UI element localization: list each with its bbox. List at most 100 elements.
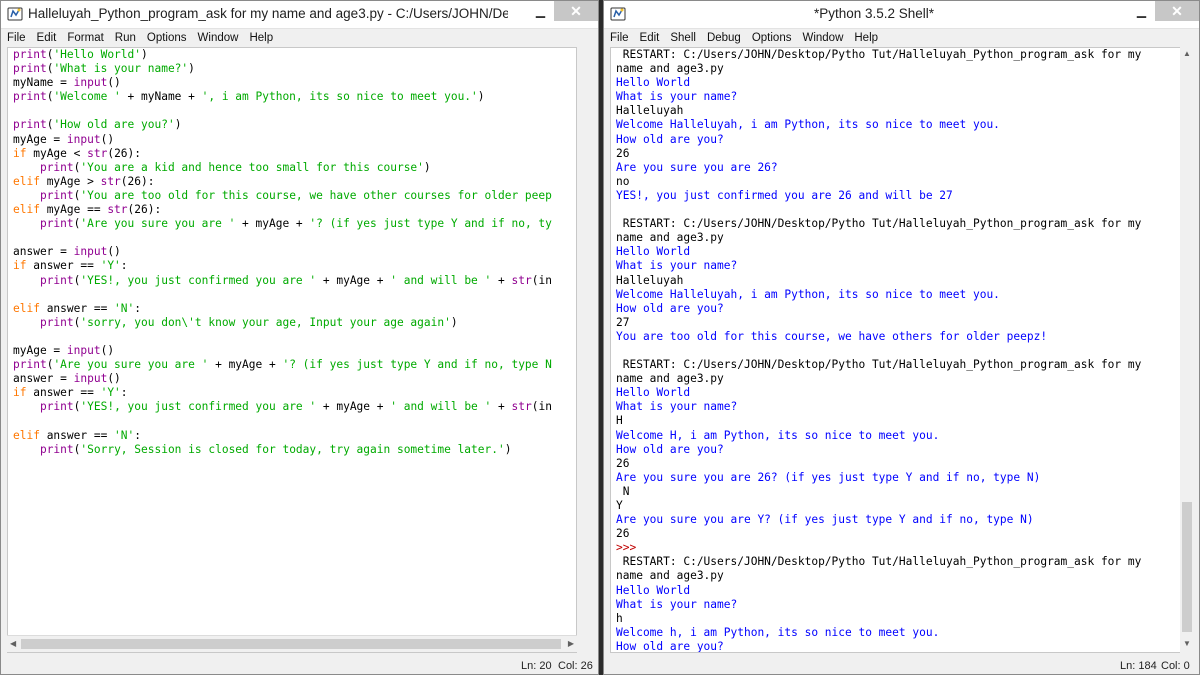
shell-line: no	[616, 174, 630, 188]
shell-line: 26	[616, 456, 630, 470]
shell-line: Hello World	[616, 76, 691, 90]
shell-line: >>>	[616, 541, 637, 555]
shell-line: You are too old for this course, we have…	[616, 329, 1048, 343]
line-number: Ln: 20	[521, 660, 552, 672]
shell-line: Y	[616, 499, 623, 512]
shell-line: YES!, you just confirmed you are 26 and …	[616, 188, 953, 202]
editor-menu-edit[interactable]: Edit	[37, 32, 57, 44]
shell-menu-window[interactable]: Window	[802, 32, 843, 44]
code-line: answer = input()	[13, 245, 121, 259]
scroll-down-icon[interactable]: ▼	[1183, 639, 1191, 648]
shell-line: Hello World	[616, 386, 691, 400]
code-line: print('You are too old for this course, …	[39, 188, 552, 202]
editor-text-area[interactable]: print('Hello World') print('What is your…	[7, 47, 577, 653]
minimize-icon[interactable]: ▁	[527, 1, 554, 21]
shell-line: How old are you?	[616, 132, 724, 146]
shell-line: name and age3.py	[616, 569, 724, 583]
code-line: print('YES!, you just confirmed you are …	[39, 400, 552, 414]
code-line: if answer == 'Y':	[13, 259, 128, 273]
shell-line: RESTART: C:/Users/JOHN/Desktop/Pytho Tut…	[616, 48, 1142, 61]
editor-title: Halleluyah_Python_program_ask for my nam…	[28, 6, 508, 21]
code-line: myAge = input()	[13, 132, 115, 146]
shell-line: Halleluyah	[616, 104, 684, 118]
shell-line: 27	[616, 315, 630, 329]
shell-line: Welcome H, i am Python, its so nice to m…	[616, 428, 940, 442]
shell-line: What is your name?	[616, 90, 738, 104]
column-number: Col: 26	[558, 660, 593, 672]
code-line: print('Are you sure you are ' + myAge + …	[13, 358, 552, 372]
shell-line: What is your name?	[616, 400, 738, 414]
code-line: answer = input()	[13, 372, 121, 386]
shell-line: Are you sure you are 26?	[616, 160, 778, 174]
shell-line: N	[616, 484, 630, 498]
editor-menu-file[interactable]: File	[7, 32, 26, 44]
shell-line: Halleluyah	[616, 273, 684, 287]
editor-titlebar[interactable]: Halleluyah_Python_program_ask for my nam…	[1, 1, 598, 29]
code-line: print('How old are you?')	[13, 118, 182, 132]
shell-line: name and age3.py	[616, 62, 724, 76]
code-line: print('Are you sure you are ' + myAge + …	[39, 217, 552, 231]
editor-window: Halleluyah_Python_program_ask for my nam…	[0, 0, 599, 675]
scroll-thumb[interactable]	[21, 639, 561, 649]
code-line: print('Sorry, Session is closed for toda…	[39, 442, 512, 456]
shell-line: Are you sure you are 26? (if yes just ty…	[616, 470, 1041, 484]
shell-menu-edit[interactable]: Edit	[640, 32, 660, 44]
shell-vertical-scrollbar[interactable]: ▲ ▼	[1180, 47, 1194, 653]
shell-line: 26	[616, 527, 630, 541]
scroll-thumb[interactable]	[1182, 502, 1192, 632]
shell-menu-debug[interactable]: Debug	[707, 32, 741, 44]
shell-menubar: File Edit Shell Debug Options Window Help	[604, 29, 1199, 47]
minimize-icon[interactable]: ▁	[1128, 1, 1155, 21]
scroll-right-icon[interactable]: ▶	[568, 639, 574, 648]
shell-menu-options[interactable]: Options	[752, 32, 792, 44]
shell-line: h	[616, 611, 623, 625]
code-line: if myAge < str(26):	[13, 146, 142, 160]
close-icon[interactable]: ✕	[554, 1, 598, 21]
column-number: Col: 0	[1161, 660, 1190, 672]
editor-horizontal-scrollbar[interactable]: ◀ ▶	[7, 635, 577, 652]
code-line: print('YES!, you just confirmed you are …	[39, 273, 552, 287]
shell-line: 26	[616, 146, 630, 160]
scroll-up-icon[interactable]: ▲	[1183, 49, 1191, 58]
shell-text-area[interactable]: RESTART: C:/Users/JOHN/Desktop/Pytho Tut…	[610, 47, 1182, 653]
shell-line: Welcome Halleluyah, i am Python, its so …	[616, 118, 1000, 132]
shell-menu-file[interactable]: File	[610, 32, 629, 44]
shell-line: How old are you?	[616, 442, 724, 456]
editor-menu-format[interactable]: Format	[67, 32, 103, 44]
code-line: if answer == 'Y':	[13, 386, 128, 400]
shell-window: *Python 3.5.2 Shell* ▁ ✕ File Edit Shell De…	[603, 0, 1200, 675]
shell-line: Hello World	[616, 245, 691, 259]
editor-menubar: File Edit Format Run Options Window Help	[1, 29, 598, 47]
shell-line: name and age3.py	[616, 231, 724, 245]
code-line: elif myAge == str(26):	[13, 203, 162, 217]
shell-menu-help[interactable]: Help	[854, 32, 878, 44]
code-line: print('Welcome ' + myName + ', i am Pyth…	[13, 90, 485, 104]
shell-line: How old are you?	[616, 301, 724, 315]
editor-statusbar: Ln: 20 Col: 26	[1, 657, 598, 674]
shell-line: RESTART: C:/Users/JOHN/Desktop/Pytho Tut…	[616, 555, 1142, 569]
shell-line: RESTART: C:/Users/JOHN/Desktop/Pytho Tut…	[616, 358, 1142, 372]
python-idle-icon	[7, 7, 23, 21]
code-line: print('What is your name?')	[13, 62, 195, 76]
editor-menu-run[interactable]: Run	[115, 32, 136, 44]
code-line: print('Hello World')	[13, 48, 148, 61]
code-line: myAge = input()	[13, 343, 115, 357]
shell-menu-shell[interactable]: Shell	[670, 32, 696, 44]
code-line: elif myAge > str(26):	[13, 174, 155, 188]
code-line: print('You are a kid and hence too small…	[39, 160, 431, 174]
shell-title: *Python 3.5.2 Shell*	[813, 6, 935, 21]
editor-menu-help[interactable]: Help	[249, 32, 273, 44]
line-number: Ln: 184	[1120, 660, 1157, 672]
shell-line: What is your name?	[616, 597, 738, 611]
shell-line: Hello World	[616, 583, 691, 597]
scroll-left-icon[interactable]: ◀	[10, 639, 16, 648]
shell-titlebar[interactable]: *Python 3.5.2 Shell* ▁ ✕	[604, 1, 1199, 29]
editor-menu-options[interactable]: Options	[147, 32, 187, 44]
code-line: elif answer == 'N':	[13, 301, 142, 315]
shell-line: How old are you?	[616, 639, 724, 653]
editor-menu-window[interactable]: Window	[198, 32, 239, 44]
code-line: elif answer == 'N':	[13, 428, 142, 442]
editor-code[interactable]: print('Hello World') print('What is your…	[13, 48, 552, 457]
close-icon[interactable]: ✕	[1155, 1, 1199, 21]
shell-output[interactable]: RESTART: C:/Users/JOHN/Desktop/Pytho Tut…	[616, 48, 1142, 653]
